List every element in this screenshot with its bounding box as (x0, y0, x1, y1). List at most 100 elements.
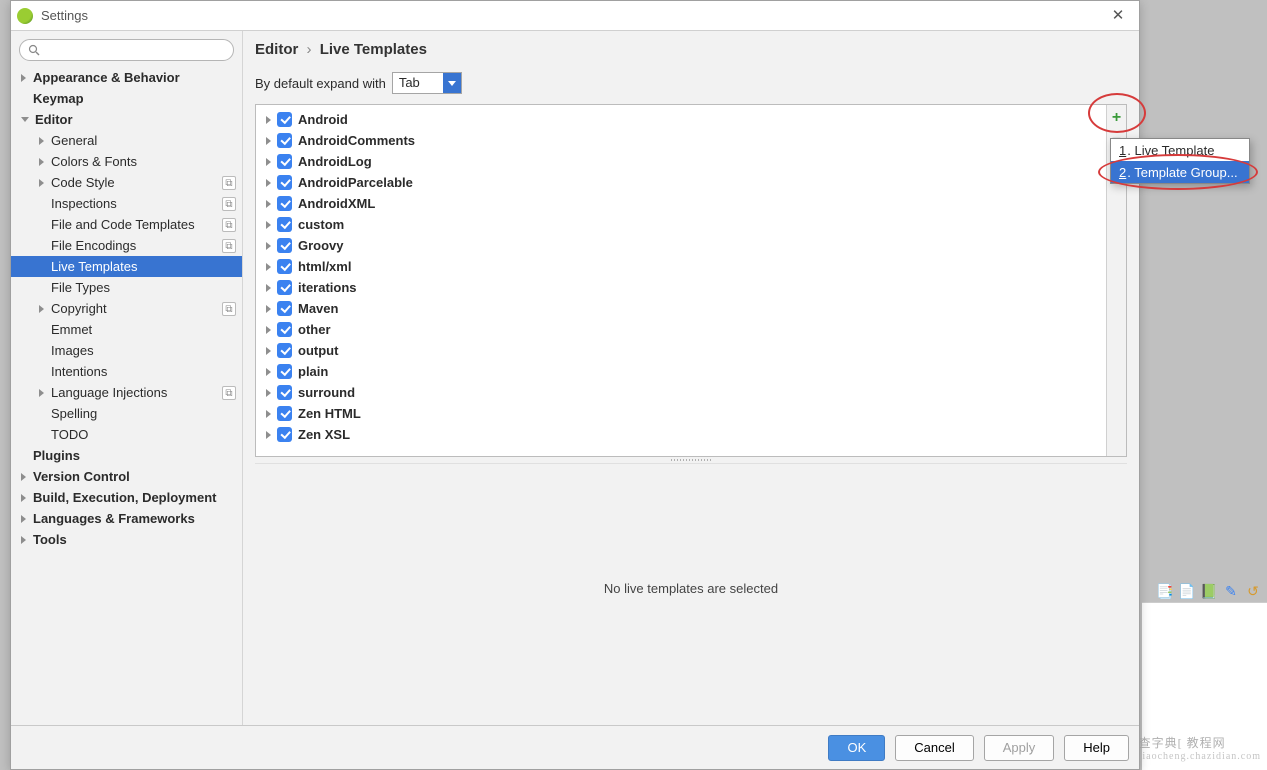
tree-arrow-icon (266, 263, 271, 271)
checkbox[interactable] (277, 112, 292, 127)
sidebar-item[interactable]: General (11, 130, 242, 151)
template-group-row[interactable]: AndroidLog (256, 151, 1106, 172)
sidebar-item[interactable]: Plugins (11, 445, 242, 466)
sidebar-item[interactable]: File Encodings⧉ (11, 235, 242, 256)
checkbox[interactable] (277, 133, 292, 148)
checkbox[interactable] (277, 280, 292, 295)
help-button[interactable]: Help (1064, 735, 1129, 761)
template-group-row[interactable]: iterations (256, 277, 1106, 298)
close-icon[interactable]: ✕ (1103, 1, 1133, 31)
sidebar-item[interactable]: Tools (11, 529, 242, 550)
sidebar-item[interactable]: Emmet (11, 319, 242, 340)
sidebar-item-label: Editor (35, 112, 236, 127)
chevron-down-icon[interactable] (443, 73, 461, 93)
checkbox[interactable] (277, 238, 292, 253)
tree-arrow-icon (39, 305, 45, 313)
template-group-row[interactable]: custom (256, 214, 1106, 235)
tree-arrow-icon (266, 200, 271, 208)
template-group-row[interactable]: Zen XSL (256, 424, 1106, 445)
checkbox[interactable] (277, 406, 292, 421)
sidebar-item[interactable]: Live Templates (11, 256, 242, 277)
template-group-row[interactable]: surround (256, 382, 1106, 403)
template-group-list[interactable]: AndroidAndroidCommentsAndroidLog AndroidP… (256, 105, 1106, 456)
template-area: AndroidAndroidCommentsAndroidLog AndroidP… (255, 104, 1127, 457)
template-group-row[interactable]: other (256, 319, 1106, 340)
checkbox[interactable] (277, 364, 292, 379)
popup-live-template[interactable]: 1. Live Template (1111, 139, 1249, 161)
tree-arrow-icon (39, 264, 45, 270)
tree-arrow-icon (39, 348, 45, 354)
sidebar-item[interactable]: Keymap (11, 88, 242, 109)
template-group-row[interactable]: output (256, 340, 1106, 361)
checkbox[interactable] (277, 343, 292, 358)
add-button[interactable]: + (1108, 109, 1126, 127)
breadcrumb-parent: Editor (255, 41, 298, 58)
template-group-name: Maven (298, 301, 338, 316)
sidebar-item[interactable]: Appearance & Behavior (11, 67, 242, 88)
template-group-row[interactable]: AndroidParcelable (256, 172, 1106, 193)
sidebar-item[interactable]: File and Code Templates ⧉ (11, 214, 242, 235)
tree-arrow-icon (39, 389, 45, 397)
sidebar-item[interactable]: File Types (11, 277, 242, 298)
sidebar-item[interactable]: Inspections⧉ (11, 193, 242, 214)
template-group-row[interactable]: AndroidComments (256, 130, 1106, 151)
template-group-name: iterations (298, 280, 357, 295)
expand-value: Tab (393, 73, 443, 93)
sidebar-item[interactable]: Images (11, 340, 242, 361)
checkbox[interactable] (277, 154, 292, 169)
app-icon (17, 8, 33, 24)
template-group-row[interactable]: html/xml (256, 256, 1106, 277)
checkbox[interactable] (277, 217, 292, 232)
expand-label: By default expand with (255, 76, 386, 91)
expand-combo[interactable]: Tab (392, 72, 462, 94)
sidebar-item[interactable]: TODO (11, 424, 242, 445)
checkbox[interactable] (277, 385, 292, 400)
tree-arrow-icon (266, 158, 271, 166)
sidebar-item[interactable]: Languages & Frameworks (11, 508, 242, 529)
template-group-name: AndroidParcelable (298, 175, 413, 190)
template-group-row[interactable]: Zen HTML (256, 403, 1106, 424)
template-group-row[interactable]: Groovy (256, 235, 1106, 256)
sidebar-item-label: File Encodings (51, 238, 218, 253)
sidebar-item[interactable]: Intentions (11, 361, 242, 382)
project-badge-icon: ⧉ (222, 386, 236, 400)
sidebar-item[interactable]: Colors & Fonts (11, 151, 242, 172)
sidebar-item[interactable]: Build, Execution, Deployment (11, 487, 242, 508)
popup-template-group[interactable]: 2. Template Group... (1111, 161, 1249, 183)
template-group-name: html/xml (298, 259, 351, 274)
search-input[interactable] (19, 39, 234, 61)
checkbox[interactable] (277, 301, 292, 316)
tree-arrow-icon (39, 222, 45, 228)
tree-arrow-icon (39, 411, 45, 417)
checkbox[interactable] (277, 196, 292, 211)
sidebar-item[interactable]: Version Control (11, 466, 242, 487)
tree-arrow-icon (39, 369, 45, 375)
sidebar-item[interactable]: Spelling (11, 403, 242, 424)
template-group-name: Groovy (298, 238, 344, 253)
template-group-name: surround (298, 385, 355, 400)
project-badge-icon: ⧉ (222, 218, 236, 232)
settings-tree[interactable]: Appearance & BehaviorKeymap Editor General… (11, 67, 242, 725)
template-group-row[interactable]: plain (256, 361, 1106, 382)
ok-button[interactable]: OK (828, 735, 885, 761)
sidebar-item[interactable]: Editor (11, 109, 242, 130)
tree-arrow-icon (21, 453, 27, 459)
template-group-row[interactable]: Android (256, 109, 1106, 130)
sidebar-item-label: Intentions (51, 364, 236, 379)
cancel-button[interactable]: Cancel (895, 735, 973, 761)
search-field[interactable] (44, 43, 225, 57)
template-group-row[interactable]: AndroidXML (256, 193, 1106, 214)
sidebar-item[interactable]: Copyright⧉ (11, 298, 242, 319)
sidebar-item[interactable]: Code Style⧉ (11, 172, 242, 193)
checkbox[interactable] (277, 175, 292, 190)
template-group-row[interactable]: Maven (256, 298, 1106, 319)
checkbox[interactable] (277, 322, 292, 337)
sidebar-item-label: File and Code Templates (51, 217, 218, 232)
checkbox[interactable] (277, 427, 292, 442)
tree-arrow-icon (266, 347, 271, 355)
tree-arrow-icon (39, 243, 45, 249)
checkbox[interactable] (277, 259, 292, 274)
sidebar-item[interactable]: Language Injections⧉ (11, 382, 242, 403)
apply-button[interactable]: Apply (984, 735, 1055, 761)
sidebar-item-label: Tools (33, 532, 236, 547)
